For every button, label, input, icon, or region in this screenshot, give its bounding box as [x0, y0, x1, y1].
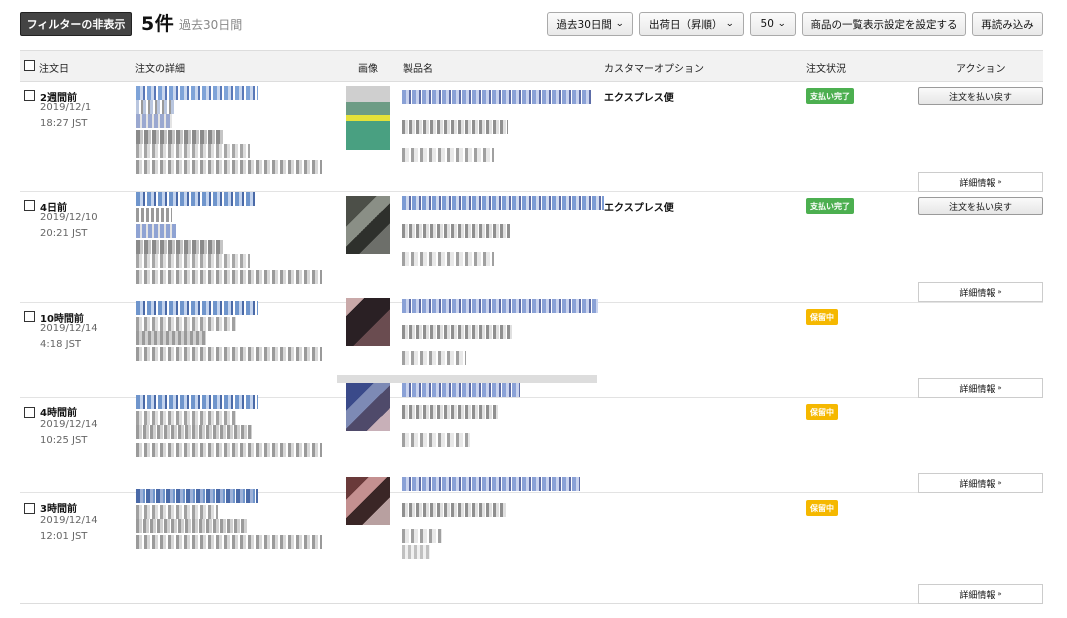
row-checkbox[interactable]: [24, 503, 35, 514]
details-button[interactable]: 詳細情報 »: [918, 473, 1043, 493]
double-chevron-down-icon: »: [997, 288, 1002, 296]
column-customer-option: カスタマーオプション: [604, 64, 704, 75]
product-thumbnail[interactable]: [346, 383, 390, 431]
row-checkbox[interactable]: [24, 311, 35, 322]
customer-option: エクスプレス便: [604, 203, 674, 214]
column-action: アクション: [956, 64, 1006, 75]
details-button[interactable]: 詳細情報 »: [918, 172, 1043, 192]
row-checkbox[interactable]: [24, 200, 35, 211]
product-thumbnail[interactable]: [346, 298, 390, 346]
double-chevron-down-icon: »: [997, 384, 1002, 392]
order-time: 10:25 JST: [40, 435, 88, 446]
per-page-select[interactable]: 50 ⌄: [750, 12, 796, 36]
table-row: 4日前 2019/12/10 20:21 JST エクスプレス便 支払い完了 注…: [20, 192, 1043, 302]
order-date: 2019/12/1: [40, 102, 92, 113]
double-chevron-down-icon: »: [997, 590, 1002, 598]
details-label: 詳細情報: [959, 288, 996, 299]
order-count: 5件: [141, 13, 175, 35]
order-date: 2019/12/14: [40, 323, 98, 334]
order-date: 2019/12/14: [40, 515, 98, 526]
product-thumbnail[interactable]: [346, 477, 390, 525]
chevron-down-icon: ⌄: [777, 19, 787, 29]
refund-order-button[interactable]: 注文を払い戻す: [918, 87, 1043, 105]
display-settings-button[interactable]: 商品の一覧表示設定を設定する: [802, 12, 966, 36]
order-time: 4:18 JST: [40, 339, 82, 350]
table-row: 2週間前 2019/12/1 18:27 JST エクスプレス便 支払い完了 注…: [20, 86, 1043, 192]
details-label: 詳細情報: [959, 384, 996, 395]
select-all-checkbox[interactable]: [24, 60, 35, 71]
table-row: 3時間前 2019/12/14 12:01 JST 保留中 詳細情報 »: [20, 477, 1043, 604]
column-product-name[interactable]: 製品名: [403, 60, 433, 75]
sort-select[interactable]: 出荷日（昇順） ⌄: [639, 12, 744, 36]
column-order-details: 注文の詳細: [135, 64, 185, 75]
product-thumbnail[interactable]: [346, 86, 390, 150]
details-label: 詳細情報: [959, 590, 996, 601]
column-order-date[interactable]: 注文日: [39, 60, 69, 75]
status-badge: 保留中: [806, 404, 838, 420]
table-bottom-border: [20, 603, 1043, 604]
table-row: 10時間前 2019/12/14 4:18 JST 保留中 詳細情報 »: [20, 298, 1043, 398]
chevron-down-icon: ⌄: [725, 19, 735, 29]
status-badge: 支払い完了: [806, 198, 854, 214]
details-button[interactable]: 詳細情報 »: [918, 282, 1043, 302]
details-button[interactable]: 詳細情報 »: [918, 584, 1043, 604]
toolbar: フィルターの非表示 5件 過去30日間 過去30日間 ⌄ 出荷日（昇順） ⌄ 5…: [0, 0, 1067, 46]
column-status: 注文状況: [806, 64, 846, 75]
order-date: 2019/12/10: [40, 212, 98, 223]
order-time: 20:21 JST: [40, 228, 88, 239]
sort-value: 出荷日（昇順）: [648, 18, 723, 31]
customer-option: エクスプレス便: [604, 93, 674, 104]
product-thumbnail[interactable]: [346, 196, 390, 254]
row-checkbox[interactable]: [24, 407, 35, 418]
per-page-value: 50: [760, 18, 774, 30]
date-range-value: 過去30日間: [556, 18, 612, 31]
table-header: 注文日 注文の詳細 画像 製品名 カスタマーオプション 注文状況 アクション: [20, 50, 1043, 82]
status-badge: 保留中: [806, 309, 838, 325]
order-date: 2019/12/14: [40, 419, 98, 430]
row-checkbox[interactable]: [24, 90, 35, 101]
range-label: 過去30日間: [179, 18, 243, 32]
column-image: 画像: [358, 64, 378, 75]
double-chevron-down-icon: »: [997, 178, 1002, 186]
details-button[interactable]: 詳細情報 »: [918, 378, 1043, 398]
double-chevron-down-icon: »: [997, 479, 1002, 487]
status-badge: 支払い完了: [806, 88, 854, 104]
order-time: 12:01 JST: [40, 531, 88, 542]
order-time: 18:27 JST: [40, 118, 88, 129]
chevron-down-icon: ⌄: [615, 19, 625, 29]
details-label: 詳細情報: [959, 479, 996, 490]
horizontal-scrollbar[interactable]: [337, 375, 597, 383]
refund-order-button[interactable]: 注文を払い戻す: [918, 197, 1043, 215]
status-badge: 保留中: [806, 500, 838, 516]
details-label: 詳細情報: [959, 178, 996, 189]
hide-filters-button[interactable]: フィルターの非表示: [20, 12, 132, 36]
date-range-select[interactable]: 過去30日間 ⌄: [547, 12, 633, 36]
reload-button[interactable]: 再読み込み: [972, 12, 1043, 36]
